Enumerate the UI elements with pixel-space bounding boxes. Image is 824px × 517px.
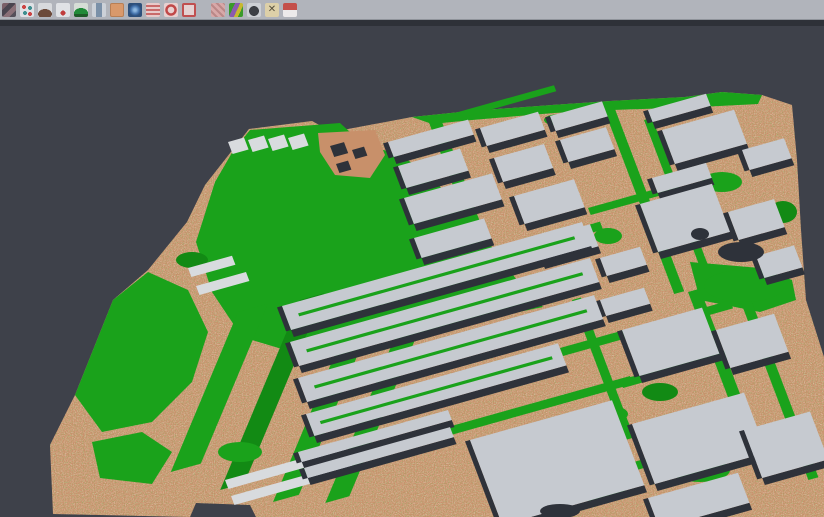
toolbar: ✕: [0, 0, 824, 20]
terrain-mesh: [50, 85, 824, 517]
viewport-3d[interactable]: [0, 0, 824, 517]
camera-icon[interactable]: [247, 3, 261, 17]
bounding-box-icon[interactable]: [182, 3, 196, 17]
terrain-model-icon[interactable]: [38, 3, 52, 17]
vegetation-layer-icon[interactable]: [74, 3, 88, 17]
circle-select-icon[interactable]: [164, 3, 178, 17]
scene-mesh-icon[interactable]: [2, 3, 16, 17]
flag-icon[interactable]: [283, 3, 297, 17]
clipping-icon[interactable]: [211, 3, 225, 17]
classification-map-icon[interactable]: [229, 3, 243, 17]
attribute-table-icon[interactable]: [146, 3, 160, 17]
delete-icon[interactable]: ✕: [265, 3, 279, 17]
histogram-icon[interactable]: [92, 3, 106, 17]
orthophoto-icon[interactable]: [110, 3, 124, 17]
viewport-top-strip: [0, 20, 824, 26]
globe-icon[interactable]: [128, 3, 142, 17]
marker-icon[interactable]: [56, 3, 70, 17]
point-cloud-icon[interactable]: [20, 3, 34, 17]
